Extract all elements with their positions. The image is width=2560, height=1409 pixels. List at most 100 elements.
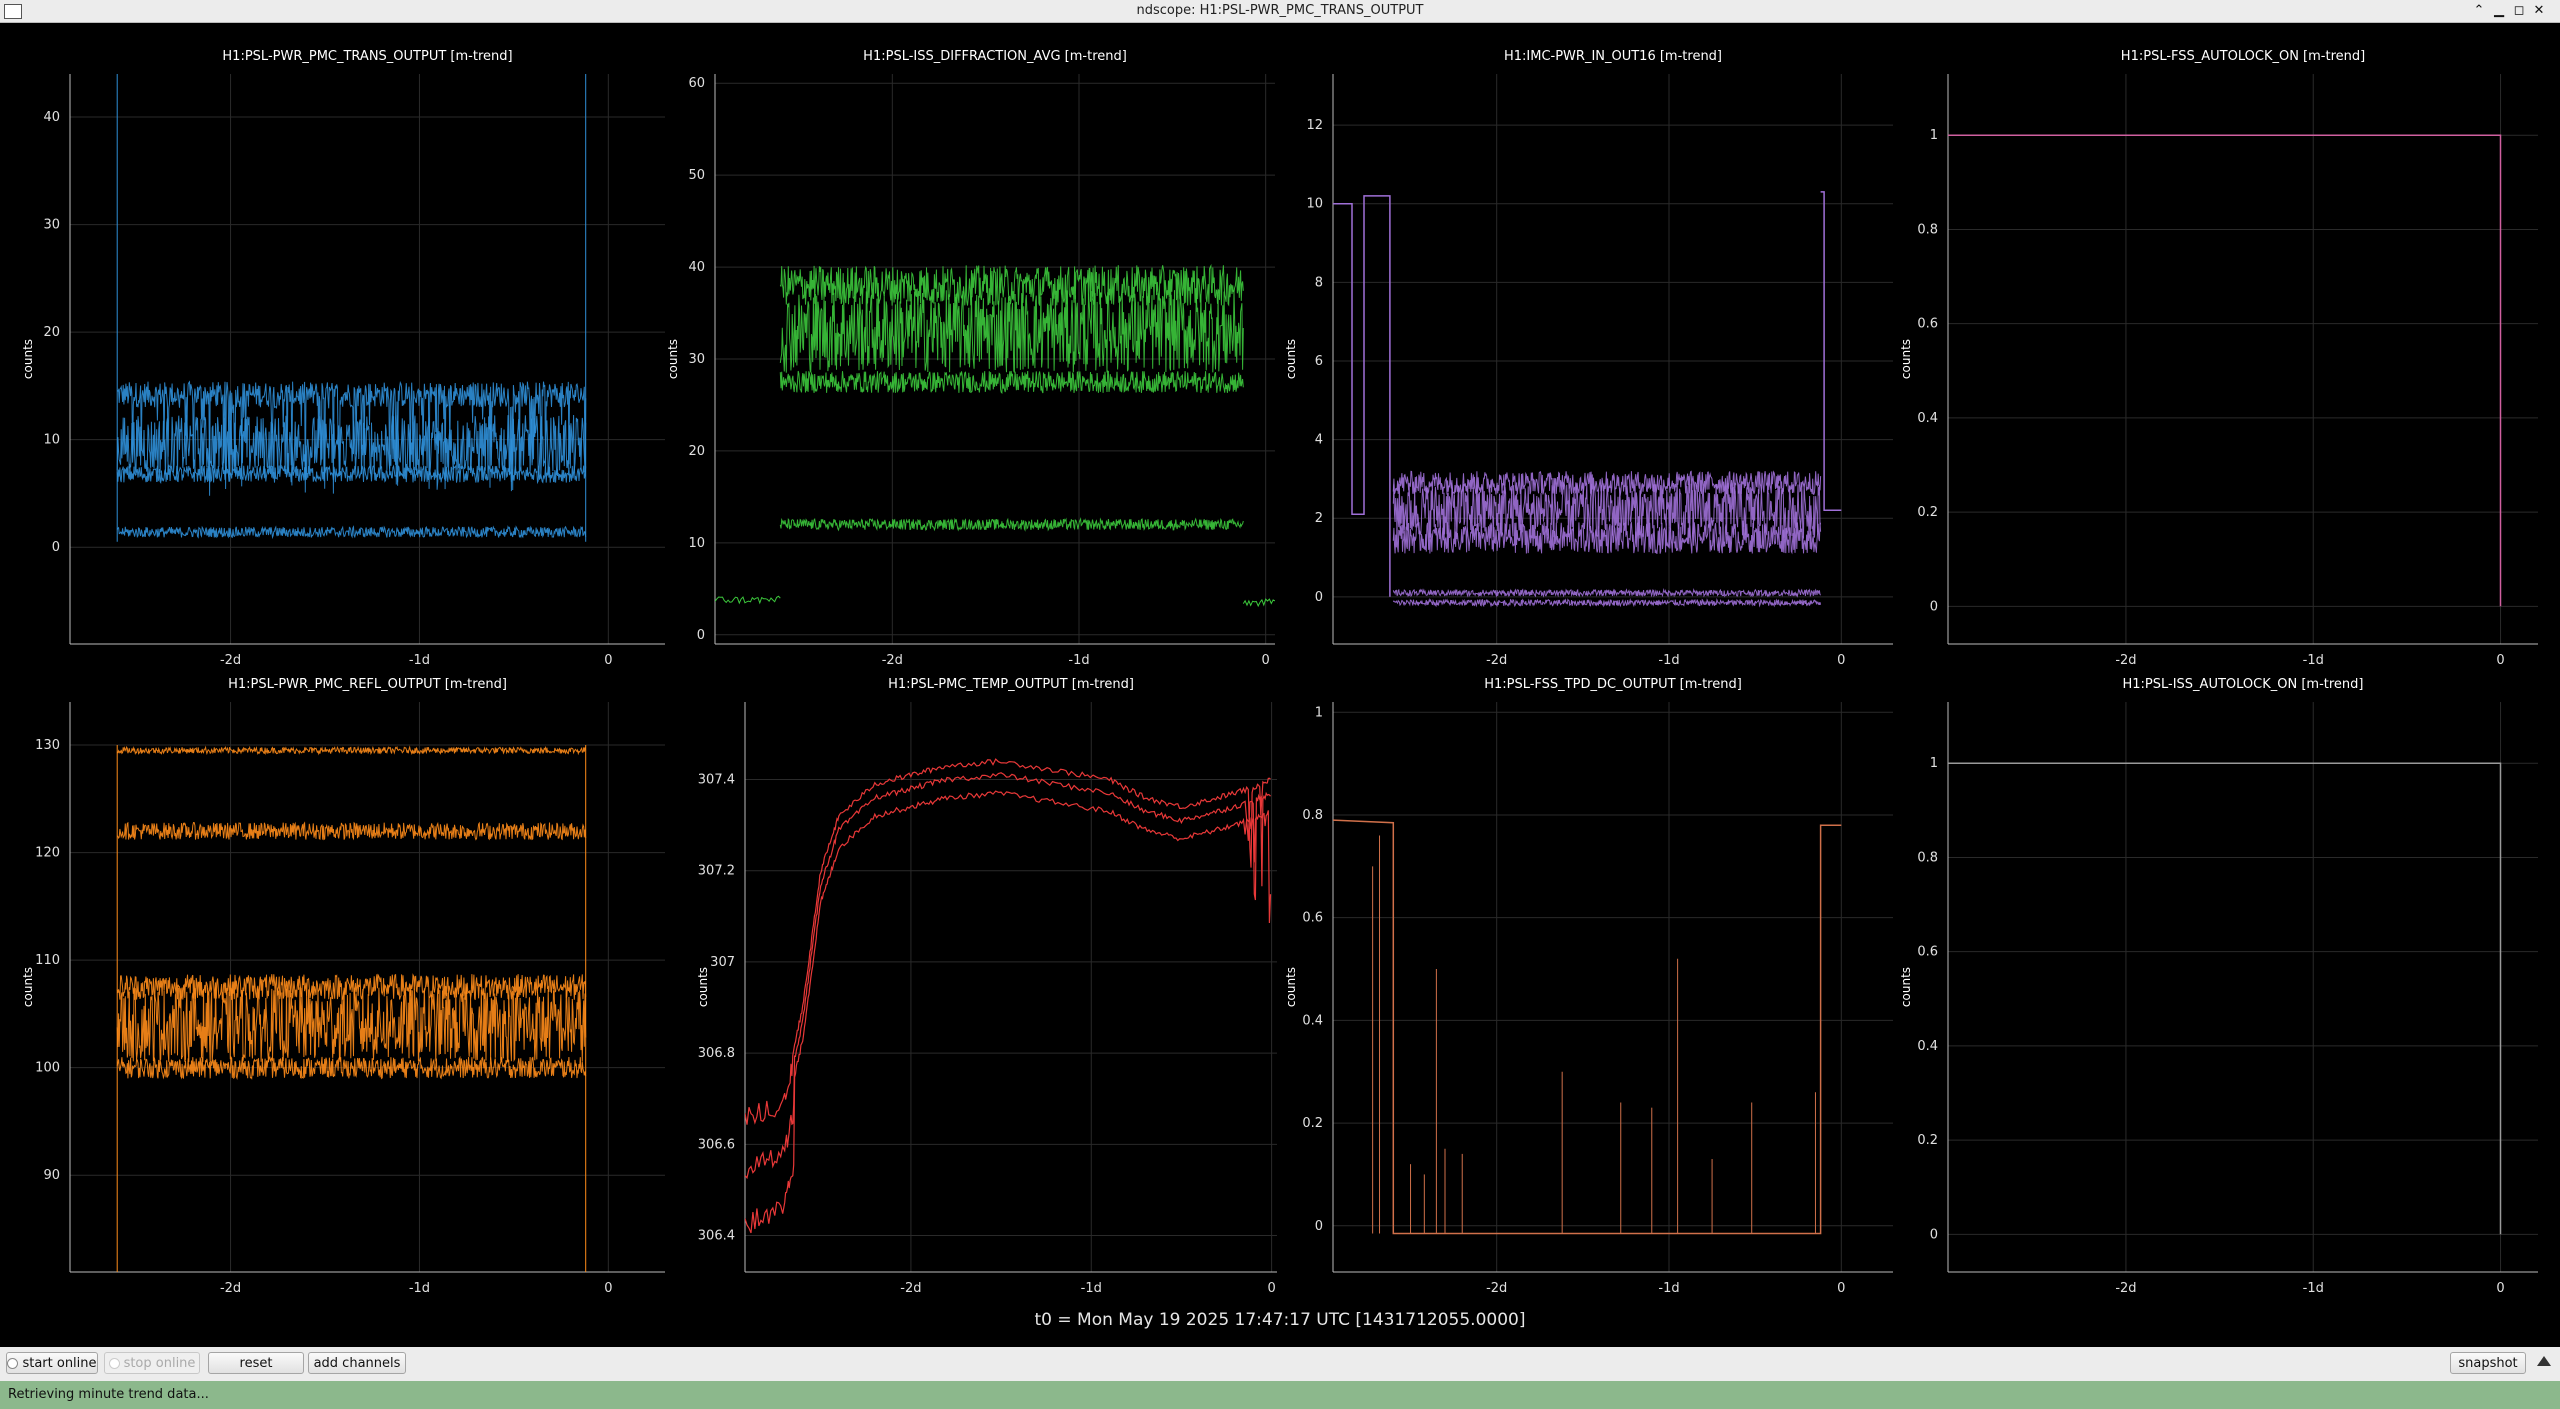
x-tick-label: 0 — [1837, 1281, 1845, 1296]
x-tick-label: -1d — [409, 653, 430, 668]
y-tick-label: 2 — [1315, 511, 1323, 526]
add-channels-button[interactable]: add channels — [308, 1352, 406, 1374]
series-min-low — [116, 525, 587, 540]
plot-title: H1:PSL-PWR_PMC_REFL_OUTPUT [m-trend] — [228, 677, 507, 692]
y-tick-label: 6 — [1315, 354, 1323, 369]
x-tick-label: 0 — [1837, 653, 1845, 668]
plot-grid[interactable]: H1:PSL-PWR_PMC_TRANS_OUTPUT [m-trend] cou… — [0, 22, 2560, 1347]
y-tick-label: 0.6 — [1917, 945, 1938, 960]
x-tick-label: 0 — [1267, 1281, 1275, 1296]
series-group — [715, 263, 1275, 608]
y-tick-label: 20 — [43, 325, 60, 340]
y-tick-label: 0 — [1930, 599, 1938, 614]
y-axis-label: counts — [666, 339, 680, 379]
x-tick-label: -2d — [220, 653, 241, 668]
y-tick-label: 30 — [43, 218, 60, 233]
y-tick-label: 10 — [688, 536, 705, 551]
x-tick-label: -1d — [1081, 1281, 1102, 1296]
y-axis-label: counts — [21, 339, 35, 379]
series-group — [116, 74, 587, 542]
plot-panel-8: H1:PSL-ISS_AUTOLOCK_ON [m-trend] counts -2… — [1899, 677, 2538, 1296]
y-tick-label: 110 — [35, 953, 60, 968]
y-tick-label: 0 — [1315, 590, 1323, 605]
start-online-button[interactable]: start online — [6, 1352, 98, 1374]
snapshot-button[interactable]: snapshot — [2450, 1352, 2526, 1374]
series-mean-hi — [116, 973, 587, 1001]
y-tick-label: 0.2 — [1302, 1116, 1323, 1131]
x-tick-label: -2d — [2115, 653, 2136, 668]
window-close-icon[interactable]: ✕ — [2530, 2, 2548, 20]
step-trace — [1820, 191, 1842, 512]
plot-panel-7: H1:PSL-FSS_TPD_DC_OUTPUT [m-trend] counts… — [1284, 677, 1893, 1296]
y-tick-label: 20 — [688, 444, 705, 459]
y-tick-label: 12 — [1306, 118, 1323, 133]
y-tick-label: 306.4 — [698, 1229, 735, 1244]
temp-trace-2 — [745, 772, 1271, 1180]
x-tick-label: -2d — [882, 653, 903, 668]
y-tick-label: 100 — [35, 1061, 60, 1076]
series-group — [745, 758, 1272, 1234]
y-tick-label: 306.8 — [698, 1046, 735, 1061]
reset-button[interactable]: reset — [208, 1352, 304, 1374]
y-tick-label: 0.6 — [1302, 911, 1323, 926]
x-tick-label: -1d — [1658, 1281, 1679, 1296]
x-tick-label: 0 — [604, 653, 612, 668]
plot-title: H1:PSL-FSS_AUTOLOCK_ON [m-trend] — [2121, 49, 2365, 64]
x-tick-label: -2d — [1486, 653, 1507, 668]
plot-title: H1:PSL-PWR_PMC_TRANS_OUTPUT [m-trend] — [222, 49, 512, 64]
x-tick-label: -1d — [2303, 653, 2324, 668]
x-tick-label: -1d — [2303, 1281, 2324, 1296]
plot-title: H1:PSL-ISS_DIFFRACTION_AVG [m-trend] — [863, 49, 1127, 64]
series-min — [779, 370, 1244, 395]
y-axis-label: counts — [696, 967, 710, 1007]
stop-online-button[interactable]: stop online — [104, 1352, 200, 1374]
collapse-arrow-icon[interactable] — [2537, 1356, 2551, 1366]
plot-panel-6: H1:PSL-PMC_TEMP_OUTPUT [m-trend] counts -2… — [696, 677, 1277, 1296]
x-tick-label: -1d — [1068, 653, 1089, 668]
series-lowmin — [1392, 597, 1822, 608]
y-axis-label: counts — [1899, 339, 1913, 379]
window-minimize-icon[interactable]: ▁ — [2490, 2, 2508, 20]
y-tick-label: 0 — [52, 540, 60, 555]
window-maximize-icon[interactable]: ◻ — [2510, 2, 2528, 20]
series-upper — [116, 821, 587, 841]
plot-panel-4: H1:PSL-FSS_AUTOLOCK_ON [m-trend] counts -2… — [1899, 49, 2538, 668]
y-tick-label: 307 — [710, 955, 735, 970]
step-trace — [1948, 762, 2502, 1235]
y-tick-label: 0.8 — [1302, 808, 1323, 823]
y-tick-label: 1 — [1930, 128, 1938, 143]
step-trace — [1948, 134, 2502, 607]
window-shade-icon[interactable]: ⌃ — [2470, 2, 2488, 20]
status-bar: Retrieving minute trend data... — [0, 1381, 2560, 1409]
y-axis-label: counts — [1284, 967, 1298, 1007]
plot-title: H1:PSL-ISS_AUTOLOCK_ON [m-trend] — [2123, 677, 2364, 692]
x-tick-label: 0 — [604, 1281, 612, 1296]
plot-panel-3: H1:IMC-PWR_IN_OUT16 [m-trend] counts -2d -1… — [1284, 49, 1893, 668]
series-low — [779, 517, 1244, 532]
series-pre — [715, 595, 781, 605]
series-group — [1948, 762, 2502, 1235]
y-tick-label: 1 — [1930, 756, 1938, 771]
radio-icon — [108, 1357, 120, 1369]
y-tick-label: 0.4 — [1302, 1013, 1323, 1028]
series-post — [1242, 598, 1275, 608]
y-tick-label: 0 — [1315, 1219, 1323, 1234]
stop-online-label: stop online — [123, 1355, 196, 1371]
y-tick-label: 0 — [1930, 1227, 1938, 1242]
y-tick-label: 10 — [1306, 197, 1323, 212]
y-tick-label: 0 — [697, 628, 705, 643]
x-tick-label: -2d — [1486, 1281, 1507, 1296]
plot-title: H1:PSL-FSS_TPD_DC_OUTPUT [m-trend] — [1484, 677, 1742, 692]
status-message: Retrieving minute trend data... — [8, 1387, 209, 1402]
step-trace — [1333, 819, 1842, 1235]
plot-title: H1:PSL-PMC_TEMP_OUTPUT [m-trend] — [888, 677, 1134, 692]
y-tick-label: 8 — [1315, 275, 1323, 290]
y-tick-label: 40 — [43, 110, 60, 125]
y-tick-label: 307.4 — [698, 773, 735, 788]
t0-label: t0 = Mon May 19 2025 17:47:17 UTC [14317… — [1034, 1310, 1526, 1330]
plot-title: H1:IMC-PWR_IN_OUT16 [m-trend] — [1504, 49, 1722, 64]
plot-panel-1: H1:PSL-PWR_PMC_TRANS_OUTPUT [m-trend] cou… — [21, 49, 665, 668]
y-tick-label: 0.2 — [1917, 505, 1938, 520]
y-tick-label: 130 — [35, 738, 60, 753]
window-titlebar: ndscope: H1:PSL-PWR_PMC_TRANS_OUTPUT ⌃ ▁… — [0, 0, 2560, 23]
